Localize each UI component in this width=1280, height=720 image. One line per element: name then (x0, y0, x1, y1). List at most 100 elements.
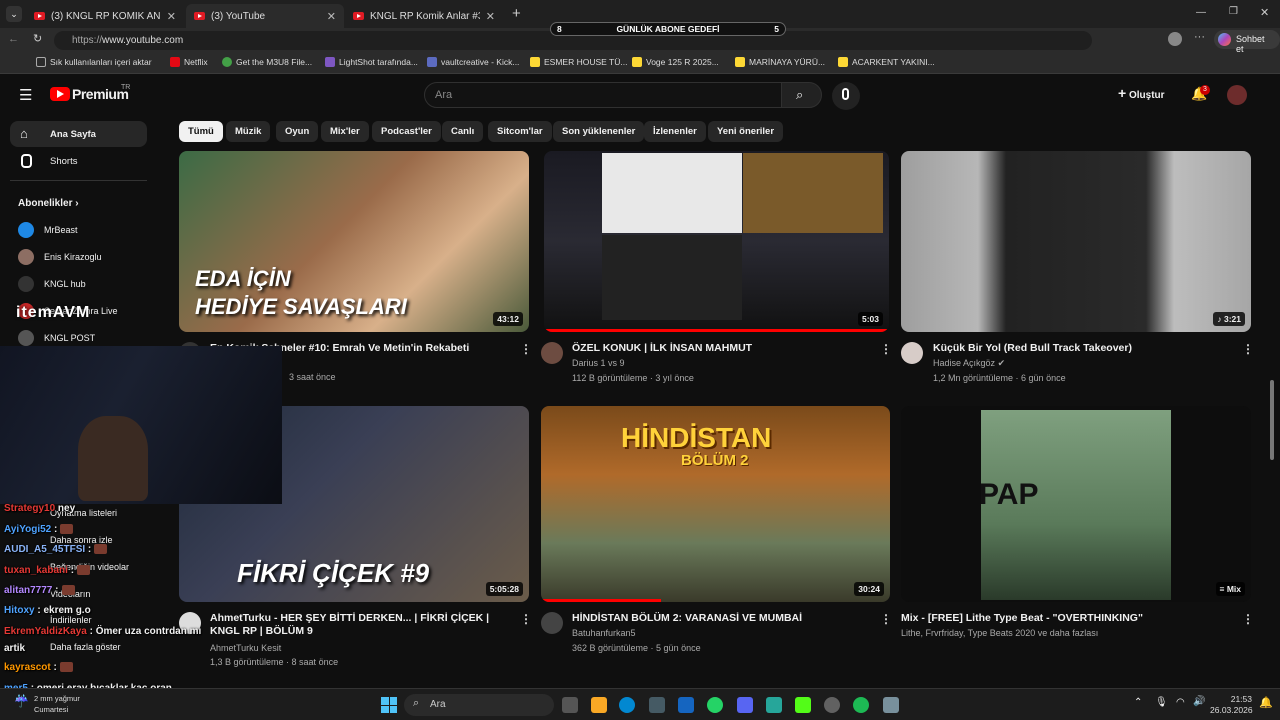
favorite-item[interactable]: ACARKENT YAKINI... (838, 57, 935, 67)
favorite-item[interactable]: ESMER HOUSE TÜ... (530, 57, 627, 67)
more-vert-icon[interactable]: ⋮ (1242, 342, 1254, 356)
sidebar-sub[interactable]: Enis Kirazoglu (18, 249, 102, 265)
notification-icon[interactable]: 🔔 (1259, 696, 1273, 709)
channel-name[interactable]: Hadise Açıkgöz ✔ (933, 356, 1005, 371)
favorite-item[interactable]: Voge 125 R 2025... (632, 57, 719, 67)
more-vert-icon[interactable]: ⋮ (520, 342, 532, 356)
video-thumbnail[interactable]: HİNDİSTAN BÖLÜM 2 30:24 (541, 406, 890, 602)
close-window-button[interactable]: ✕ (1260, 6, 1269, 19)
video-title[interactable]: HİNDİSTAN BÖLÜM 2: VARANASİ VE MUMBAİ (572, 612, 872, 625)
chip-game[interactable]: Oyun (276, 121, 319, 142)
clock-time[interactable]: 21:53 (1220, 694, 1252, 704)
tab-list-icon[interactable]: ⌄ (6, 6, 22, 22)
create-button[interactable]: + Oluştur (1118, 85, 1165, 101)
channel-name[interactable]: Batuhanfurkan5 (572, 626, 636, 641)
sidebar-item-show-more[interactable]: Daha fazla göster (50, 642, 121, 652)
subscriptions-heading[interactable]: Abonelikler › (18, 198, 79, 209)
new-tab-button[interactable]: + (512, 5, 521, 22)
more-vert-icon[interactable]: ⋮ (1242, 612, 1254, 626)
sidebar-item-shorts[interactable]: Shorts (10, 148, 147, 174)
store-icon[interactable] (649, 697, 665, 713)
video-title[interactable]: Küçük Bir Yol (Red Bull Track Takeover) (933, 342, 1233, 355)
video-title[interactable]: AhmetTurku - HER ŞEY BİTTİ DERKEN... | F… (210, 612, 510, 638)
folder-icon[interactable] (591, 697, 607, 713)
chip-mixes[interactable]: Mix'ler (321, 121, 369, 142)
kick-icon[interactable] (795, 697, 811, 713)
photos-icon[interactable] (678, 697, 694, 713)
thumbnail-text: PAP (979, 478, 1039, 511)
search-input[interactable]: Ara (424, 82, 782, 108)
sidebar-sub[interactable]: MrBeast (18, 222, 78, 238)
voice-search-button[interactable] (832, 82, 860, 110)
sidebar-item-downloads[interactable]: İndirilenler (50, 615, 92, 625)
task-view-icon[interactable] (562, 697, 578, 713)
back-icon[interactable]: ← (8, 33, 19, 45)
whatsapp-icon[interactable] (707, 697, 723, 713)
wifi-icon[interactable]: ◠ (1176, 697, 1185, 708)
search-button[interactable]: ⌕ (781, 82, 822, 108)
sidebar-sub[interactable]: KNGL hub (18, 276, 86, 292)
chip-sitcoms[interactable]: Sitcom'lar (488, 121, 552, 142)
app-icon[interactable] (766, 697, 782, 713)
spotify-icon[interactable] (853, 697, 869, 713)
more-vert-icon[interactable]: ⋮ (880, 342, 892, 356)
taskbar-search[interactable]: ⌕ Ara (404, 694, 554, 716)
video-thumbnail[interactable]: ♪ 3:21 (901, 151, 1251, 332)
sidebar-sub[interactable]: KNGL POST (18, 330, 95, 346)
avatar[interactable] (1227, 85, 1247, 105)
minimize-button[interactable]: — (1196, 7, 1206, 18)
channel-avatar[interactable] (901, 342, 923, 364)
favorite-item[interactable]: Get the M3U8 File... (222, 57, 312, 67)
folder-icon (36, 57, 46, 67)
discord-icon[interactable] (737, 697, 753, 713)
chip-watched[interactable]: İzlenenler (644, 121, 706, 142)
close-icon[interactable]: ✕ (167, 10, 176, 23)
edge-icon[interactable] (619, 697, 635, 713)
favorite-item[interactable]: vaultcreative - Kick... (427, 57, 519, 67)
copilot-button[interactable]: Sohbet et (1214, 30, 1280, 54)
chip-music[interactable]: Müzik (226, 121, 271, 142)
video-title[interactable]: Mix - [FREE] Lithe Type Beat - "OVERTHIN… (901, 612, 1231, 625)
video-thumbnail[interactable]: PAP ≡ Mix (901, 406, 1251, 602)
sidebar-item-home[interactable]: ⌂ Ana Sayfa (10, 121, 147, 147)
menu-icon[interactable]: ☰ (19, 86, 32, 104)
channel-name[interactable]: Lithe, Frvrfriday, Type Beats 2020 ve da… (901, 626, 1098, 641)
close-icon[interactable]: ✕ (486, 10, 495, 23)
tab-3[interactable]: KNGL RP Komik Anlar #3 - YouTub✕ (345, 4, 503, 28)
video-thumbnail[interactable]: 5:03 (544, 151, 889, 332)
settings-icon[interactable] (883, 697, 899, 713)
more-vert-icon[interactable]: ⋮ (880, 612, 892, 626)
chip-podcasts[interactable]: Podcast'ler (372, 121, 441, 142)
scrollbar[interactable] (1270, 380, 1274, 460)
emote-icon (60, 524, 74, 535)
channel-avatar[interactable] (541, 342, 563, 364)
video-thumbnail[interactable]: EDA İÇİN HEDİYE SAVAŞLARI 43:12 (179, 151, 529, 332)
channel-name[interactable]: AhmetTurku Kesit (210, 641, 281, 656)
favorite-item[interactable]: Netflix (170, 57, 208, 67)
chip-live[interactable]: Canlı (442, 121, 484, 142)
weather-icon[interactable]: ☔ (14, 694, 29, 708)
favorite-item[interactable]: Sık kullanılanları içeri aktar (36, 57, 152, 67)
tab-2[interactable]: (3) YouTube ✕ (186, 4, 344, 28)
tab-1[interactable]: (3) KNGL RP KOMİK ANLAR #12 -✕ (26, 4, 184, 28)
chevron-up-icon[interactable]: ⌃ (1134, 697, 1142, 708)
mic-icon[interactable]: 🎙 (1155, 697, 1168, 708)
profile-avatar[interactable] (1168, 32, 1182, 46)
channel-name[interactable]: Darius 1 vs 9 (572, 356, 625, 371)
video-title[interactable]: ÖZEL KONUK | İLK İNSAN MAHMUT (572, 342, 872, 355)
maximize-button[interactable]: ❐ (1229, 6, 1238, 17)
favorite-item[interactable]: LightShot tarafında... (325, 57, 418, 67)
start-icon[interactable] (381, 697, 397, 713)
refresh-icon[interactable]: ↻ (33, 32, 42, 45)
chip-recent[interactable]: Son yüklenenler (553, 121, 645, 142)
volume-icon[interactable]: 🔊 (1193, 696, 1205, 707)
close-icon[interactable]: ✕ (327, 10, 336, 23)
favorite-item[interactable]: MARİNAYA YÜRÜ... (735, 57, 825, 67)
chip-new[interactable]: Yeni öneriler (708, 121, 784, 142)
chip-all[interactable]: Tümü (179, 121, 223, 142)
obs-icon[interactable] (824, 697, 840, 713)
more-vert-icon[interactable]: ⋮ (520, 612, 532, 626)
channel-avatar[interactable] (541, 612, 563, 634)
more-icon[interactable]: ··· (1194, 31, 1205, 43)
clock-date[interactable]: 26.03.2026 (1210, 705, 1253, 715)
